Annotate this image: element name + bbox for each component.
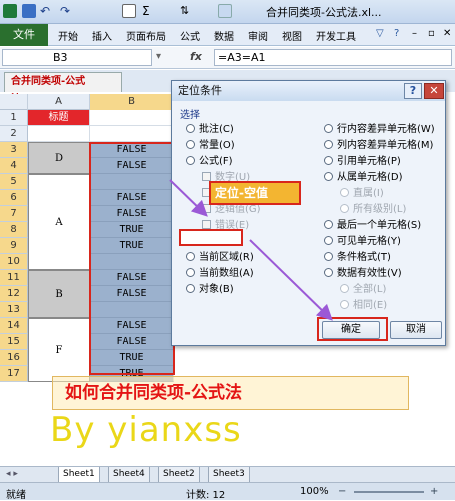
- sheet-tab-4[interactable]: Sheet4: [108, 467, 150, 483]
- sheet-tab-3[interactable]: Sheet3: [208, 467, 250, 483]
- zoom-slider[interactable]: [354, 491, 424, 493]
- status-count: 计数: 12: [186, 490, 226, 501]
- status-zoom[interactable]: 100%: [300, 486, 329, 497]
- sheet-tab-1[interactable]: Sheet1: [58, 467, 100, 483]
- sheet-tab-bar: ◂ ▸ Sheet1 Sheet4 Sheet2 Sheet3: [0, 466, 455, 483]
- tab-scroll-icon[interactable]: ◂ ▸: [6, 469, 18, 479]
- zoom-out-icon[interactable]: −: [338, 486, 346, 497]
- status-bar: 就绪 计数: 12 100% − +: [0, 482, 455, 501]
- status-ready: 就绪: [6, 490, 26, 501]
- sheet-tab-2[interactable]: Sheet2: [158, 467, 200, 483]
- zoom-in-icon[interactable]: +: [430, 486, 438, 497]
- author-watermark: By yianxss: [50, 410, 242, 450]
- arrow-to-ok: [249, 239, 333, 321]
- arrow-to-callout: [169, 179, 208, 217]
- tutorial-banner: 如何合并同类项-公式法: [52, 376, 409, 410]
